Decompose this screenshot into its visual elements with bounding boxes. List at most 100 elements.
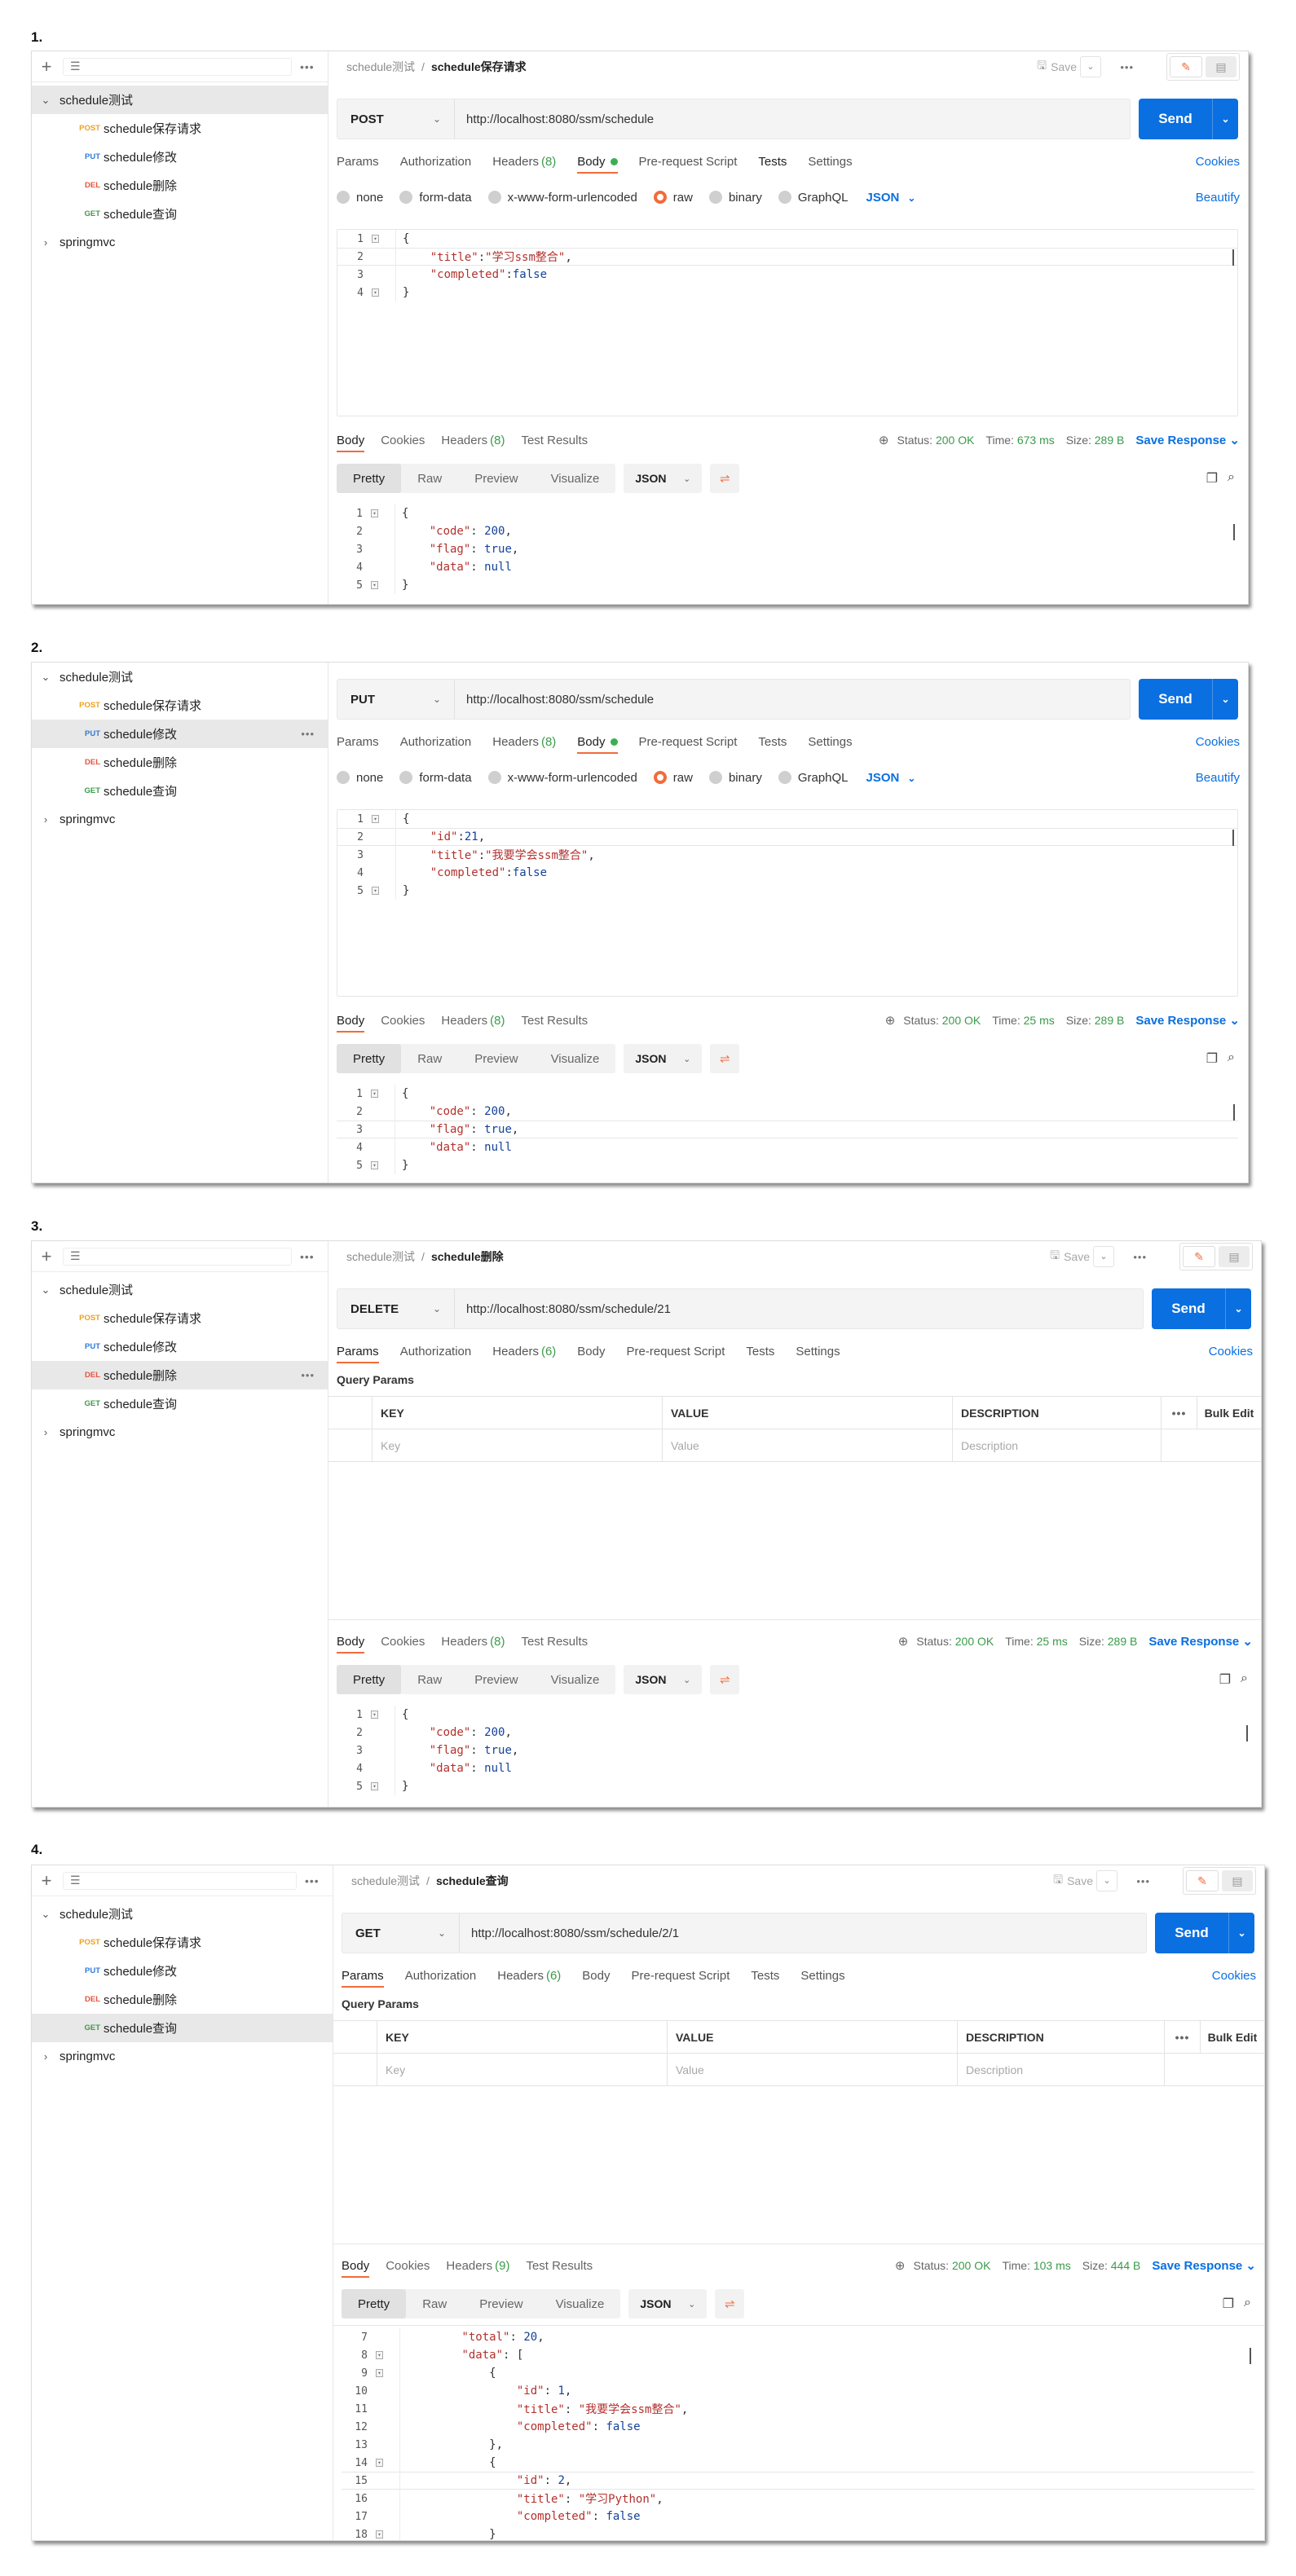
response-format-select[interactable]: JSON ⌄ (624, 1044, 703, 1073)
url-input[interactable]: http://localhost:8080/ssm/schedule (455, 99, 1130, 139)
view-visualize[interactable]: Visualize (535, 1665, 616, 1694)
tab-response-cookies[interactable]: Cookies (381, 1629, 425, 1653)
tab-settings[interactable]: Settings (800, 1963, 844, 1988)
sidebar-item-del[interactable]: DEL schedule删除 (32, 1985, 333, 2014)
globe-icon[interactable]: ⊕ (895, 2258, 906, 2273)
sidebar-item-get[interactable]: GET schedule查询 (32, 200, 328, 228)
description-input[interactable]: Description (958, 2054, 1165, 2085)
fold-icon[interactable]: ▾ (372, 887, 379, 895)
tab-body[interactable]: Body (577, 149, 618, 174)
fold-icon[interactable]: ▾ (376, 2530, 383, 2539)
fold-icon[interactable]: ▾ (372, 288, 379, 297)
sidebar-item-get[interactable]: GET schedule查询 (32, 2014, 333, 2042)
send-button[interactable]: Send ⌄ (1155, 1913, 1254, 1953)
format-select[interactable]: JSON ⌄ (866, 771, 916, 785)
view-pretty[interactable]: Pretty (342, 2289, 407, 2318)
view-raw[interactable]: Raw (406, 2289, 463, 2318)
save-chevron-icon[interactable]: ⌄ (1096, 1870, 1117, 1891)
more-icon[interactable]: ••• (300, 60, 321, 73)
tab-authorization[interactable]: Authorization (400, 729, 472, 754)
scrollbar[interactable] (1250, 2348, 1251, 2364)
tab-params[interactable]: Params (337, 729, 379, 754)
view-preview[interactable]: Preview (458, 464, 534, 493)
new-plus-icon[interactable]: + (38, 1870, 55, 1891)
response-body-viewer[interactable]: 1 ▾{2 "code": 200, 3 "flag": true, 4 "data"… (337, 1085, 1238, 1181)
request-body-editor[interactable]: 1 ▾{2 "id":21, 3 "title":"我要学会ssm整合", 4 "co… (337, 809, 1238, 997)
tab-response-cookies[interactable]: Cookies (381, 428, 425, 452)
edit-icon[interactable]: ✎ (1183, 1246, 1215, 1267)
response-body-viewer[interactable]: 1 ▾{2 "code": 200, 3 "flag": true, 4 "data"… (337, 1706, 1251, 1803)
response-format-select[interactable]: JSON ⌄ (624, 464, 703, 493)
cookies-link[interactable]: Cookies (1196, 729, 1240, 754)
tab-response-body[interactable]: Body (337, 428, 365, 452)
radio-binary[interactable]: binary (708, 771, 762, 785)
value-input[interactable]: Value (668, 2054, 958, 2085)
view-pretty[interactable]: Pretty (337, 1044, 402, 1073)
tab-response-headers[interactable]: Headers (8) (441, 428, 505, 452)
sidebar-item-put[interactable]: PUT schedule修改 (32, 1957, 333, 1985)
collection-schedule[interactable]: ⌄ schedule测试 (32, 86, 328, 114)
method-select[interactable]: PUT ⌄ (337, 680, 455, 719)
tab-headers[interactable]: Headers (8) (492, 729, 556, 754)
method-select[interactable]: DELETE ⌄ (337, 1289, 455, 1328)
more-icon[interactable]: ••• (301, 728, 315, 740)
response-format-select[interactable]: JSON ⌄ (628, 2289, 708, 2318)
request-body-editor[interactable]: 1 ▾{2 "title":"学习ssm整合", 3 "completed":fal… (337, 229, 1238, 416)
collection-schedule[interactable]: ⌄ schedule测试 (32, 1275, 328, 1304)
sidebar-item-post[interactable]: POST schedule保存请求 (32, 691, 328, 720)
tab-response-headers[interactable]: Headers (8) (441, 1629, 505, 1653)
save-button[interactable]: 🖫 Save (1053, 1871, 1093, 1891)
response-body-viewer[interactable]: 7 "total": 20, 8 ▾ "data": [9 ▾ {10 "id": 1… (342, 2328, 1254, 2540)
tab-test-results[interactable]: Test Results (526, 2253, 593, 2278)
beautify-link[interactable]: Beautify (1196, 771, 1240, 785)
tab-test-results[interactable]: Test Results (521, 1629, 588, 1653)
view-visualize[interactable]: Visualize (535, 1044, 616, 1073)
fold-icon[interactable]: ▾ (371, 1711, 378, 1719)
collection-springmvc[interactable]: › springmvc (32, 2042, 333, 2071)
sidebar-item-put[interactable]: PUT schedule修改 (32, 1332, 328, 1361)
search-icon[interactable]: ⌕ (1244, 2296, 1251, 2312)
beautify-link[interactable]: Beautify (1196, 191, 1240, 205)
scrollbar[interactable] (1232, 249, 1234, 266)
tab-authorization[interactable]: Authorization (405, 1963, 477, 1988)
tab-response-cookies[interactable]: Cookies (381, 1008, 425, 1033)
fold-icon[interactable]: ▾ (372, 815, 379, 823)
scrollbar[interactable] (1233, 1104, 1235, 1121)
tab-response-body[interactable]: Body (337, 1629, 365, 1653)
tab-authorization[interactable]: Authorization (400, 1339, 472, 1363)
tab-authorization[interactable]: Authorization (400, 149, 472, 174)
key-input[interactable]: Key (377, 2054, 668, 2085)
fold-icon[interactable]: ▾ (371, 509, 378, 517)
tab-params[interactable]: Params (337, 1339, 379, 1363)
filter-input[interactable]: ☰ (63, 1871, 297, 1890)
view-pretty[interactable]: Pretty (337, 464, 402, 493)
copy-icon[interactable]: ❐ (1206, 1050, 1218, 1067)
save-button[interactable]: 🖫 Save (1050, 1247, 1090, 1266)
filter-input[interactable]: ☰ (63, 57, 292, 76)
save-response-button[interactable]: Save Response ⌄ (1148, 1634, 1253, 1649)
fold-icon[interactable]: ▾ (371, 1090, 378, 1098)
view-pretty[interactable]: Pretty (337, 1665, 402, 1694)
breadcrumb-collection[interactable]: schedule测试 (346, 59, 415, 75)
wrap-lines-icon[interactable]: ⇌ (710, 1044, 740, 1073)
copy-icon[interactable]: ❐ (1219, 1671, 1231, 1688)
tab-tests[interactable]: Tests (746, 1339, 774, 1363)
sidebar-item-post[interactable]: POST schedule保存请求 (32, 1928, 333, 1957)
view-raw[interactable]: Raw (401, 1665, 458, 1694)
fold-icon[interactable]: ▾ (376, 2459, 383, 2467)
search-icon[interactable]: ⌕ (1228, 470, 1235, 487)
fold-icon[interactable]: ▾ (371, 581, 378, 589)
bulk-edit-button[interactable]: Bulk Edit (1197, 1397, 1261, 1429)
collection-schedule[interactable]: ⌄ schedule测试 (32, 663, 328, 691)
save-response-button[interactable]: Save Response ⌄ (1152, 2258, 1256, 2273)
save-button[interactable]: 🖫 Save (1037, 57, 1077, 77)
sidebar-item-post[interactable]: POST schedule保存请求 (32, 1304, 328, 1332)
scrollbar[interactable] (1246, 1725, 1248, 1742)
radio-raw[interactable]: raw (653, 771, 693, 785)
tab-body[interactable]: Body (577, 1339, 605, 1363)
tab-tests[interactable]: Tests (751, 1963, 779, 1988)
send-button[interactable]: Send ⌄ (1152, 1288, 1251, 1329)
scrollbar[interactable] (1232, 830, 1234, 846)
tab-settings[interactable]: Settings (796, 1339, 840, 1363)
collection-springmvc[interactable]: › springmvc (32, 805, 328, 834)
